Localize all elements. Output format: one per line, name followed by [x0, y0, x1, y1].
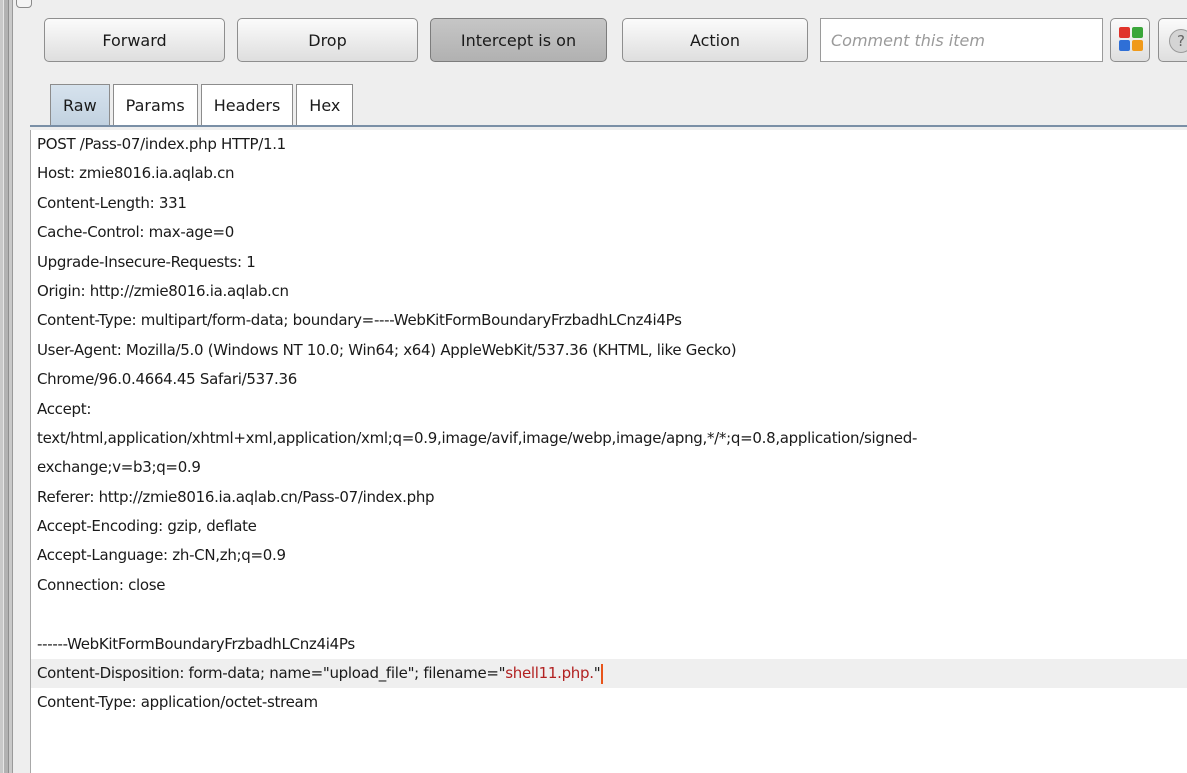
request-line[interactable]: exchange;v=b3;q=0.9	[31, 453, 1187, 482]
request-line[interactable]: Accept-Language: zh-CN,zh;q=0.9	[31, 541, 1187, 570]
left-panel-divider[interactable]	[0, 0, 13, 773]
highlight-color-button[interactable]	[1110, 18, 1150, 62]
tab-hex[interactable]: Hex	[296, 84, 354, 125]
collapse-toggle[interactable]	[16, 0, 32, 8]
tabs-divider	[30, 125, 1187, 127]
drop-button[interactable]: Drop	[237, 18, 418, 62]
color-swatch-red	[1119, 27, 1130, 38]
request-line[interactable]: Content-Length: 331	[31, 189, 1187, 218]
color-swatch-blue	[1119, 40, 1130, 51]
request-line[interactable]: Connection: close	[31, 571, 1187, 600]
message-view-tabs: Raw Params Headers Hex	[50, 84, 356, 125]
disposition-suffix: "	[593, 664, 601, 683]
request-line[interactable]: Chrome/96.0.4664.45 Safari/537.36	[31, 365, 1187, 394]
tab-headers[interactable]: Headers	[200, 84, 294, 125]
request-line-disposition[interactable]: Content-Disposition: form-data; name="up…	[31, 659, 1187, 689]
raw-request-editor[interactable]: POST /Pass-07/index.php HTTP/1.1 Host: zm…	[30, 130, 1187, 773]
intercept-toggle-button[interactable]: Intercept is on	[430, 18, 607, 62]
request-line[interactable]: User-Agent: Mozilla/5.0 (Windows NT 10.0…	[31, 336, 1187, 365]
request-line[interactable]: ------WebKitFormBoundaryFrzbadhLCnz4i4Ps	[31, 630, 1187, 659]
color-swatch-green	[1132, 27, 1143, 38]
help-button[interactable]: ?	[1158, 18, 1187, 62]
request-line[interactable]: Referer: http://zmie8016.ia.aqlab.cn/Pas…	[31, 483, 1187, 512]
request-line[interactable]: Cache-Control: max-age=0	[31, 218, 1187, 247]
comment-input[interactable]: Comment this item	[820, 18, 1103, 62]
request-line-content-type[interactable]: Content-Type: application/octet-stream	[31, 688, 1187, 717]
upload-filename: shell11.php.	[505, 664, 594, 683]
help-icon: ?	[1169, 29, 1187, 53]
request-line[interactable]: POST /Pass-07/index.php HTTP/1.1	[31, 130, 1187, 159]
request-line[interactable]: Upgrade-Insecure-Requests: 1	[31, 248, 1187, 277]
tab-raw[interactable]: Raw	[50, 84, 110, 125]
request-line[interactable]: Host: zmie8016.ia.aqlab.cn	[31, 159, 1187, 188]
text-caret	[601, 663, 604, 684]
request-line[interactable]: Accept:	[31, 395, 1187, 424]
color-grid-icon	[1119, 27, 1143, 51]
disposition-prefix: Content-Disposition: form-data; name="up…	[37, 664, 506, 683]
request-lines: POST /Pass-07/index.php HTTP/1.1 Host: zm…	[31, 130, 1187, 659]
action-button[interactable]: Action	[622, 18, 808, 62]
request-line[interactable]: Content-Type: multipart/form-data; bound…	[31, 306, 1187, 335]
request-line[interactable]: Accept-Encoding: gzip, deflate	[31, 512, 1187, 541]
request-line[interactable]: text/html,application/xhtml+xml,applicat…	[31, 424, 1187, 453]
request-line[interactable]	[31, 600, 1187, 629]
forward-button[interactable]: Forward	[44, 18, 225, 62]
tab-params[interactable]: Params	[112, 84, 198, 125]
color-swatch-orange	[1132, 40, 1143, 51]
request-line[interactable]: Origin: http://zmie8016.ia.aqlab.cn	[31, 277, 1187, 306]
